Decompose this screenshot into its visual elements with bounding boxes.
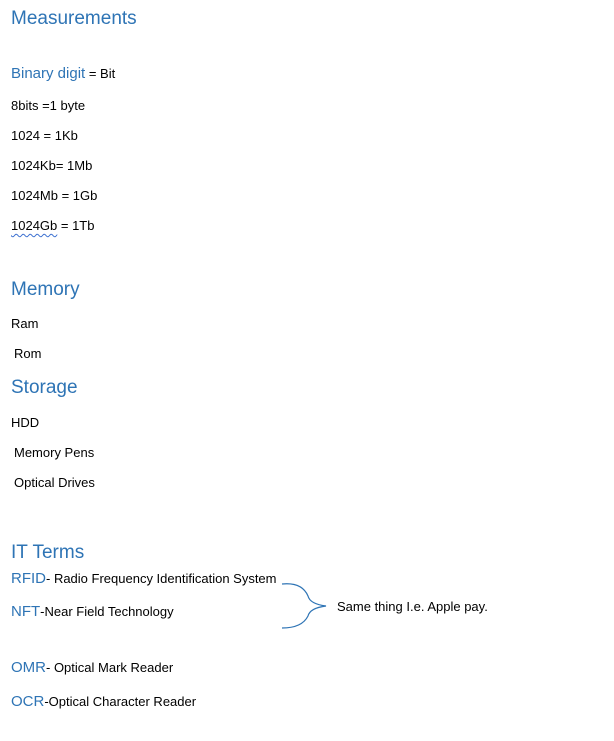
- measurement-line-gb: 1024Mb = 1Gb: [11, 188, 98, 203]
- memory-item-rom: Rom: [14, 346, 42, 361]
- term-ocr: OCR-Optical Character Reader: [11, 693, 196, 710]
- measurement-tb-definition: = 1Tb: [57, 218, 95, 233]
- memory-item-ram: Ram: [11, 316, 39, 331]
- brace-note: Same thing I.e. Apple pay.: [337, 599, 488, 614]
- term-ocr-acronym: OCR: [11, 693, 45, 710]
- heading-measurements: Measurements: [11, 8, 137, 29]
- term-ocr-description: -Optical Character Reader: [44, 694, 197, 709]
- storage-item-optical-drives: Optical Drives: [14, 475, 95, 490]
- measurement-line-bits: 8bits =1 byte: [11, 98, 86, 113]
- curly-brace-connector: [281, 583, 327, 629]
- term-rfid-description: - Radio Frequency Identification System: [46, 571, 277, 586]
- measurement-line-kb: 1024 = 1Kb: [11, 128, 78, 143]
- heading-it-terms: IT Terms: [11, 542, 85, 563]
- storage-item-hdd: HDD: [11, 415, 40, 430]
- term-omr: OMR- Optical Mark Reader: [11, 659, 173, 676]
- binary-digit-definition: = Bit: [85, 66, 116, 81]
- term-rfid-acronym: RFID: [11, 570, 46, 587]
- term-rfid: RFID- Radio Frequency Identification Sys…: [11, 570, 277, 587]
- term-nft-description: -Near Field Technology: [40, 604, 174, 619]
- measurement-line-mb: 1024Kb= 1Mb: [11, 158, 93, 173]
- term-nft-acronym: NFT: [11, 603, 41, 620]
- measurement-line-tb: 1024Gb = 1Tb: [11, 218, 94, 233]
- term-nft: NFT-Near Field Technology: [11, 603, 174, 620]
- heading-memory: Memory: [11, 279, 80, 300]
- binary-digit-line: Binary digit = Bit: [11, 65, 115, 82]
- heading-storage: Storage: [11, 377, 78, 398]
- binary-digit-term: Binary digit: [11, 65, 86, 82]
- term-omr-description: - Optical Mark Reader: [46, 660, 174, 675]
- term-omr-acronym: OMR: [11, 659, 46, 676]
- storage-item-memory-pens: Memory Pens: [14, 445, 95, 460]
- spellcheck-underlined-word: 1024Gb: [11, 218, 58, 233]
